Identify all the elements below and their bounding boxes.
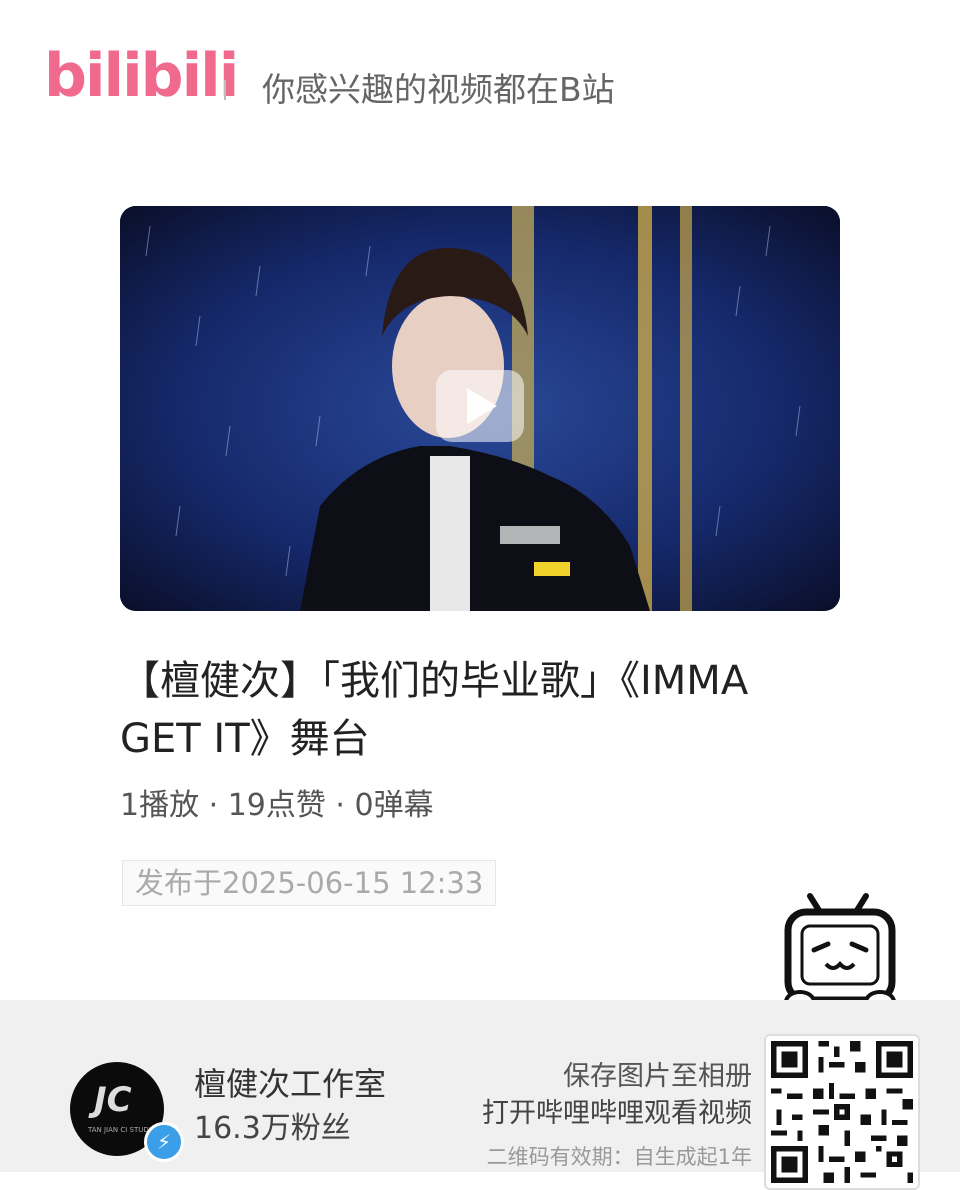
video-title[interactable]: 【檀健次】「我们的毕业歌」《IMMA GET IT》舞台 — [120, 652, 840, 768]
publish-date: 发布于2025-06-15 12:33 — [122, 860, 497, 906]
bilibili-logo[interactable]: bilibili — [44, 40, 239, 112]
save-hint: 保存图片至相册 — [563, 1061, 752, 1092]
video-stats: 1播放 · 19点赞 · 0弹幕 — [120, 788, 434, 823]
header: bilibili 你感兴趣的视频都在B站 — [0, 0, 960, 180]
slogan: 你感兴趣的视频都在B站 — [262, 70, 615, 109]
lightning-icon: ⚡ — [144, 1122, 184, 1162]
avatar-logo: JC — [94, 1080, 132, 1120]
qr-validity: 二维码有效期：自生成起1年 — [486, 1145, 752, 1169]
play-icon — [467, 388, 497, 424]
open-app-hint: 打开哔哩哔哩观看视频 — [482, 1098, 752, 1129]
uploader-fans: 16.3万粉丝 — [194, 1111, 351, 1146]
qr-code[interactable] — [764, 1034, 920, 1190]
qr-code-icon — [766, 1036, 918, 1188]
uploader-name[interactable]: 檀健次工作室 — [194, 1062, 386, 1106]
header-divider — [224, 80, 226, 100]
